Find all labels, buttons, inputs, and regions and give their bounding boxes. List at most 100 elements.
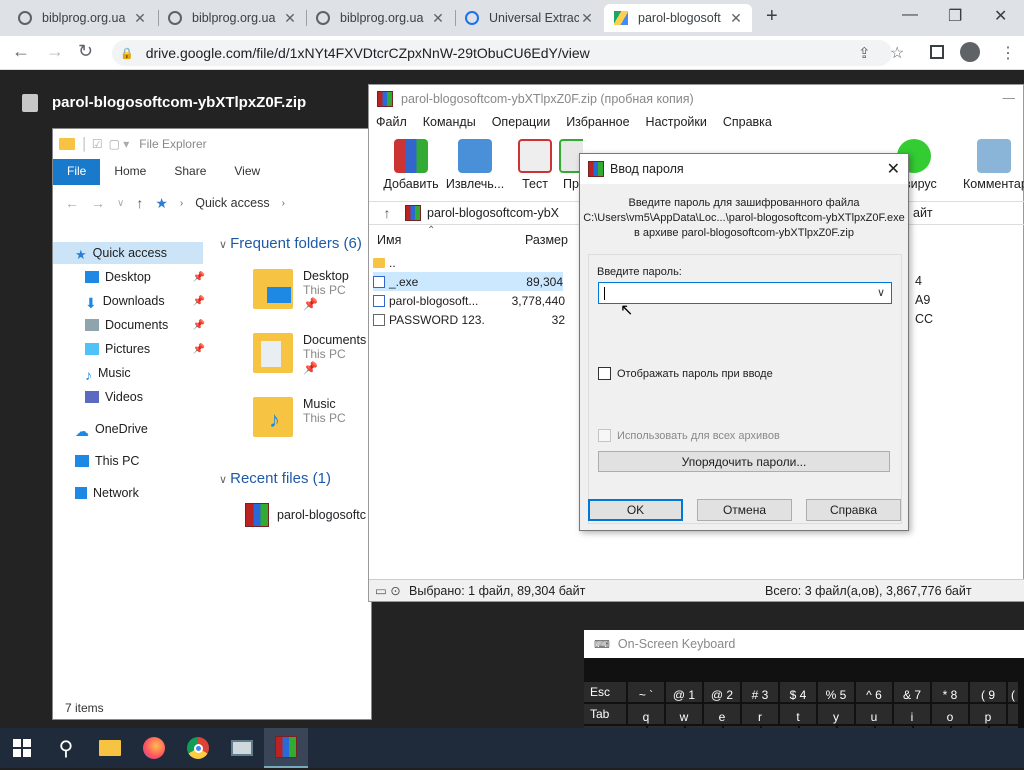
frequent-folder-item[interactable]: Documents This PC 📌 <box>253 333 366 375</box>
sidebar-item-videos[interactable]: Videos <box>53 386 213 408</box>
back-arrow-icon[interactable]: ← <box>12 41 30 62</box>
use-for-all-archives-checkbox[interactable]: Использовать для всех архивов <box>598 429 780 442</box>
browser-tab[interactable]: Universal Extrac ✕ <box>455 4 603 32</box>
ribbon-tab-home[interactable]: Home <box>100 159 160 185</box>
key[interactable]: w <box>666 704 704 724</box>
close-icon[interactable]: ✕ <box>887 159 900 179</box>
minimize-icon[interactable]: — <box>1003 91 1016 105</box>
frequent-folders-header[interactable]: ∨ Frequent folders (6) <box>219 235 362 252</box>
cancel-button[interactable]: Отмена <box>697 499 792 521</box>
menu-file[interactable]: Файл <box>376 115 407 135</box>
chevron-down-icon[interactable]: ∨ <box>877 286 885 299</box>
more-menu-icon[interactable]: ⋮ <box>1000 43 1016 63</box>
browser-tab[interactable]: biblprog.org.ua ✕ <box>306 4 454 32</box>
chrome-icon[interactable] <box>176 728 220 768</box>
restore-icon[interactable]: ❐ <box>948 6 962 26</box>
column-header-size[interactable]: Размер <box>525 233 568 247</box>
key[interactable] <box>1008 704 1020 724</box>
forward-arrow-icon[interactable]: → <box>46 41 64 62</box>
frequent-folder-item[interactable]: Desktop This PC 📌 <box>253 269 349 311</box>
ribbon-tab-share[interactable]: Share <box>160 159 220 185</box>
archive-path[interactable]: parol-blogosoftcom-ybX <box>427 206 559 220</box>
key[interactable]: ~ ` <box>628 682 666 702</box>
sidebar-item-desktop[interactable]: Desktop 📌 <box>53 266 213 288</box>
sidebar-item-downloads[interactable]: ⬇ Downloads 📌 <box>53 290 213 312</box>
menu-help[interactable]: Справка <box>723 115 772 135</box>
close-tab-icon[interactable]: ✕ <box>430 10 446 27</box>
profile-avatar[interactable] <box>960 42 980 62</box>
close-tab-icon[interactable]: ✕ <box>728 10 744 27</box>
close-tab-icon[interactable]: ✕ <box>282 10 298 27</box>
ribbon-tab-file[interactable]: File <box>53 159 101 185</box>
file-row-selected[interactable]: _.exe 89,304 <box>373 272 563 291</box>
key[interactable]: i <box>894 704 932 724</box>
key[interactable]: y <box>818 704 856 724</box>
key[interactable]: e <box>704 704 742 724</box>
close-tab-icon[interactable]: ✕ <box>132 10 148 27</box>
key[interactable]: % 5 <box>818 682 856 702</box>
browser-tab[interactable]: biblprog.org.ua ✕ <box>8 4 156 32</box>
new-folder-icon[interactable]: ▢ ▾ <box>109 137 130 151</box>
comment-button[interactable]: Комментар <box>963 139 1024 191</box>
key[interactable]: @ 2 <box>704 682 742 702</box>
chevron-down-icon[interactable]: ∨ <box>117 198 124 209</box>
key[interactable]: ^ 6 <box>856 682 894 702</box>
key[interactable]: t <box>780 704 818 724</box>
side-panel-icon[interactable] <box>930 45 944 59</box>
key[interactable]: q <box>628 704 666 724</box>
key[interactable]: Esc <box>584 682 628 702</box>
ribbon-tab-view[interactable]: View <box>220 159 274 185</box>
bookmark-star-icon[interactable]: ☆ <box>890 43 904 63</box>
breadcrumb[interactable]: Quick access <box>195 196 269 210</box>
network-settings-icon[interactable] <box>220 728 264 768</box>
key[interactable]: r <box>742 704 780 724</box>
reload-icon[interactable]: ↻ <box>78 41 93 62</box>
close-tab-icon[interactable]: ✕ <box>579 10 595 27</box>
key[interactable]: @ 1 <box>666 682 704 702</box>
ok-button[interactable]: OK <box>588 499 683 521</box>
minimize-icon[interactable]: — <box>902 6 918 24</box>
key[interactable]: # 3 <box>742 682 780 702</box>
firefox-icon[interactable] <box>132 728 176 768</box>
browser-tab-active[interactable]: parol-blogosoft ✕ <box>604 4 752 32</box>
menu-commands[interactable]: Команды <box>423 115 476 135</box>
key[interactable]: * 8 <box>932 682 970 702</box>
share-icon[interactable]: ⇪ <box>858 44 871 62</box>
new-tab-icon[interactable]: + <box>766 5 778 28</box>
winrar-icon[interactable] <box>264 728 308 768</box>
close-window-icon[interactable]: ✕ <box>994 6 1007 26</box>
add-button[interactable]: Добавить <box>379 139 443 191</box>
up-arrow-icon[interactable]: ↑ <box>136 195 143 211</box>
back-arrow-icon[interactable]: ← <box>65 195 79 211</box>
key[interactable]: o <box>932 704 970 724</box>
sidebar-item-onedrive[interactable]: ☁ OneDrive <box>53 418 213 440</box>
key[interactable]: ( <box>1008 682 1020 702</box>
help-button[interactable]: Справка <box>806 499 901 521</box>
key[interactable]: ( 9 <box>970 682 1008 702</box>
column-header-name[interactable]: Имя <box>377 233 401 247</box>
forward-arrow-icon[interactable]: → <box>91 195 105 211</box>
sidebar-item-network[interactable]: Network <box>53 482 213 504</box>
sidebar-item-this-pc[interactable]: This PC <box>53 450 213 472</box>
recent-file-item[interactable]: parol-blogosoftc <box>245 503 366 527</box>
sidebar-item-music[interactable]: ♪ Music <box>53 362 213 384</box>
search-icon[interactable]: ⚲ <box>44 728 88 768</box>
test-button[interactable]: Тест <box>503 139 567 191</box>
key[interactable]: & 7 <box>894 682 932 702</box>
key[interactable]: p <box>970 704 1008 724</box>
organize-passwords-button[interactable]: Упорядочить пароли... <box>598 451 890 472</box>
sidebar-item-quick-access[interactable]: ★ Quick access <box>53 242 203 264</box>
properties-icon[interactable]: │ ☑ <box>81 137 103 151</box>
key[interactable]: Tab <box>584 704 628 724</box>
menu-operations[interactable]: Операции <box>492 115 550 135</box>
frequent-folder-item[interactable]: ♪ Music This PC <box>253 397 346 437</box>
key[interactable]: $ 4 <box>780 682 818 702</box>
sidebar-item-pictures[interactable]: Pictures 📌 <box>53 338 213 360</box>
recent-files-header[interactable]: ∨ Recent files (1) <box>219 470 331 487</box>
sidebar-item-documents[interactable]: Documents 📌 <box>53 314 213 336</box>
key[interactable]: u <box>856 704 894 724</box>
up-arrow-icon[interactable]: ↑ <box>369 205 405 221</box>
password-input[interactable]: ∨ <box>598 282 892 304</box>
url-bar[interactable]: 🔒 drive.google.com/file/d/1xNYt4FXVDtcrCZ… <box>112 40 892 66</box>
start-icon[interactable] <box>0 728 44 768</box>
